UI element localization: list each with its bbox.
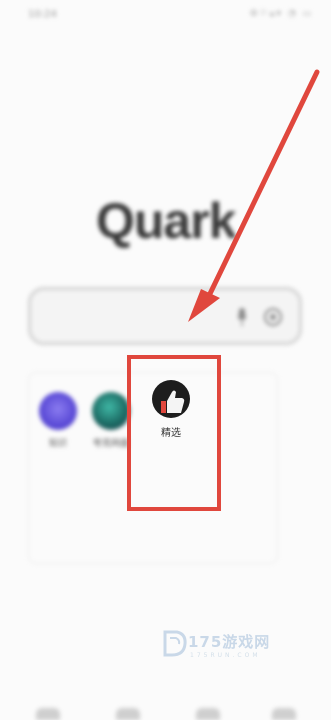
nav-home-icon[interactable]: [36, 708, 60, 720]
watermark: 175游戏网 175RUN.COM: [162, 628, 292, 668]
nav-tabs-icon[interactable]: [116, 708, 140, 720]
bottom-nav: [0, 708, 331, 720]
watermark-logo-icon: [163, 630, 187, 657]
pointer-arrow: [188, 69, 320, 322]
nav-cloud-icon[interactable]: [196, 708, 220, 720]
watermark-subtext: 175RUN.COM: [190, 652, 261, 659]
watermark-text: 175游戏网: [188, 633, 271, 651]
nav-me-icon[interactable]: [272, 708, 296, 720]
